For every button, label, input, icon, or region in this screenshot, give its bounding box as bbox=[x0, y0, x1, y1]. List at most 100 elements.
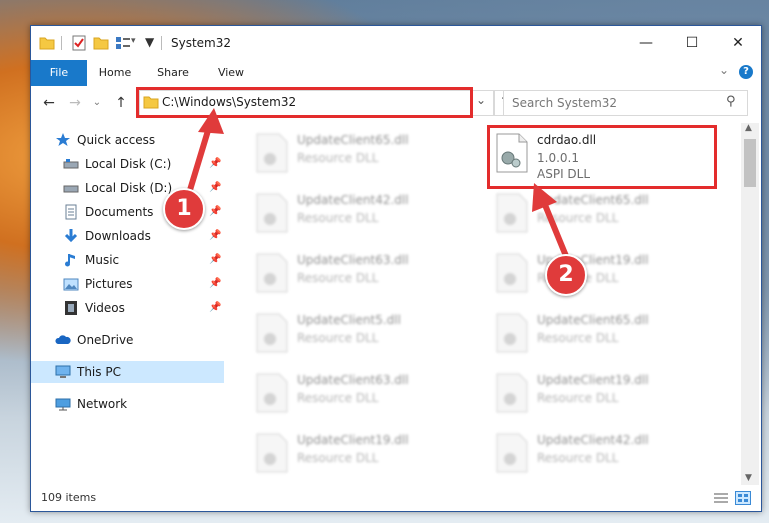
tiles-view-icon[interactable] bbox=[735, 491, 751, 505]
title-bar: ▾ ▼ System32 — ☐ ✕ bbox=[31, 26, 761, 60]
search-box[interactable]: Search System32 ⚲ bbox=[503, 90, 748, 116]
file-version: 1.0.0.1 bbox=[537, 151, 579, 165]
ribbon-tabs: File Home Share View ⌄ ? bbox=[31, 60, 761, 112]
file-item[interactable]: UpdateClient63.dll Resource DLL bbox=[251, 247, 481, 299]
file-type: Resource DLL bbox=[537, 211, 619, 225]
sidebar-item-label: Local Disk (C:) bbox=[85, 157, 172, 171]
recent-locations-icon[interactable]: ⌄ bbox=[89, 94, 105, 112]
pictures-icon bbox=[63, 278, 79, 291]
file-name: UpdateClient19.dll bbox=[297, 433, 409, 447]
close-button[interactable]: ✕ bbox=[715, 26, 761, 60]
sidebar-item-downloads[interactable]: Downloads 📌 bbox=[31, 225, 224, 247]
expand-ribbon-icon[interactable]: ⌄ bbox=[719, 63, 729, 77]
file-name: UpdateClient65.dll bbox=[537, 193, 649, 207]
sidebar-item-label: This PC bbox=[77, 365, 121, 379]
step-2-badge: 2 bbox=[545, 254, 587, 296]
sidebar-item-network[interactable]: Network bbox=[31, 393, 224, 415]
minimize-button[interactable]: — bbox=[623, 26, 669, 60]
address-path: C:\Windows\System32 bbox=[162, 95, 297, 109]
file-item[interactable]: UpdateClient19.dll Resource DLL bbox=[251, 427, 481, 479]
quick-access-dropdown-icon[interactable]: ▼ bbox=[145, 35, 154, 49]
tab-share[interactable]: Share bbox=[151, 60, 195, 86]
file-item[interactable]: UpdateClient42.dll Resource DLL bbox=[251, 187, 481, 239]
pin-icon[interactable]: 📌 bbox=[209, 201, 221, 223]
up-arrow-icon[interactable]: ↑ bbox=[113, 94, 129, 112]
file-item[interactable]: UpdateClient42.dll Resource DLL bbox=[491, 427, 721, 479]
file-item[interactable]: UpdateClient65.dll Resource DLL bbox=[491, 187, 721, 239]
dll-file-icon bbox=[256, 133, 288, 173]
pin-icon[interactable]: 📌 bbox=[209, 249, 221, 271]
scroll-down-icon[interactable]: ▼ bbox=[745, 473, 752, 483]
file-description: ASPI DLL bbox=[537, 167, 591, 181]
computer-icon bbox=[55, 365, 71, 378]
file-item[interactable]: UpdateClient19.dll Resource DLL bbox=[491, 367, 721, 419]
pin-icon[interactable]: 📌 bbox=[209, 225, 221, 247]
scroll-up-icon[interactable]: ▲ bbox=[745, 123, 752, 133]
file-type: Resource DLL bbox=[537, 451, 619, 465]
navigation-bar: ← → ⌄ ↑ C:\Windows\System32 ⌄ ↻ Search S… bbox=[31, 86, 761, 120]
forward-arrow-icon[interactable]: → bbox=[67, 94, 83, 112]
file-name: UpdateClient5.dll bbox=[297, 313, 401, 327]
file-type: Resource DLL bbox=[297, 151, 379, 165]
customize-toolbar-icon[interactable] bbox=[115, 35, 131, 51]
pin-icon[interactable]: 📌 bbox=[209, 297, 221, 319]
sidebar-item-label: Music bbox=[85, 253, 120, 267]
file-type: Resource DLL bbox=[537, 391, 619, 405]
step-1-badge: 1 bbox=[163, 188, 205, 230]
sidebar-item-label: Videos bbox=[85, 301, 125, 315]
dll-file-icon bbox=[496, 313, 528, 353]
file-item[interactable]: UpdateClient63.dll Resource DLL bbox=[251, 367, 481, 419]
file-explorer-window: ▾ ▼ System32 — ☐ ✕ File Home Share View … bbox=[30, 25, 762, 512]
chevron-down-icon[interactable]: ▾ bbox=[131, 36, 136, 46]
search-input[interactable]: Search System32 bbox=[512, 96, 617, 110]
pin-icon[interactable]: 📌 bbox=[209, 153, 221, 175]
scrollbar-thumb[interactable] bbox=[744, 139, 756, 187]
address-bar[interactable]: C:\Windows\System32 ⌄ bbox=[139, 90, 494, 116]
file-item[interactable]: UpdateClient5.dll Resource DLL bbox=[251, 307, 481, 359]
navigation-pane: Quick access Local Disk (C:) 📌 Local Dis… bbox=[31, 123, 224, 483]
search-icon[interactable]: ⚲ bbox=[726, 94, 736, 109]
address-dropdown-icon[interactable]: ⌄ bbox=[476, 93, 486, 107]
file-item[interactable]: UpdateClient19.dll Resource DLL bbox=[491, 247, 721, 299]
sidebar-item-pictures[interactable]: Pictures 📌 bbox=[31, 273, 224, 295]
file-name: UpdateClient42.dll bbox=[297, 193, 409, 207]
sidebar-item-this-pc[interactable]: This PC bbox=[31, 361, 224, 383]
file-name: cdrdao.dll bbox=[537, 133, 597, 147]
separator bbox=[61, 36, 62, 50]
new-folder-icon[interactable] bbox=[93, 35, 109, 51]
help-icon[interactable]: ? bbox=[739, 65, 753, 79]
file-name: UpdateClient65.dll bbox=[297, 133, 409, 147]
video-icon bbox=[65, 301, 77, 315]
properties-icon[interactable] bbox=[71, 35, 87, 51]
sidebar-item-music[interactable]: Music 📌 bbox=[31, 249, 224, 271]
back-arrow-icon[interactable]: ← bbox=[41, 94, 57, 112]
dll-file-icon bbox=[496, 253, 528, 293]
sidebar-item-local-disk-c[interactable]: Local Disk (C:) 📌 bbox=[31, 153, 224, 175]
sidebar-item-label: Local Disk (D:) bbox=[85, 181, 173, 195]
sidebar-item-label: Documents bbox=[85, 205, 154, 219]
file-type: Resource DLL bbox=[537, 331, 619, 345]
file-item[interactable]: UpdateClient65.dll Resource DLL bbox=[251, 127, 481, 179]
folder-icon bbox=[143, 96, 159, 109]
file-item[interactable]: UpdateClient65.dll Resource DLL bbox=[491, 307, 721, 359]
vertical-scrollbar[interactable]: ▲ ▼ bbox=[741, 123, 759, 485]
file-name: UpdateClient42.dll bbox=[537, 433, 649, 447]
download-icon bbox=[64, 229, 78, 243]
pin-icon[interactable]: 📌 bbox=[209, 273, 221, 295]
sidebar-item-quick-access[interactable]: Quick access bbox=[31, 129, 224, 151]
tab-view[interactable]: View bbox=[209, 60, 253, 86]
document-icon bbox=[65, 204, 77, 220]
tab-home[interactable]: Home bbox=[93, 60, 137, 86]
window-title: System32 bbox=[171, 36, 232, 50]
dll-file-icon bbox=[496, 373, 528, 413]
dll-file-icon bbox=[256, 433, 288, 473]
star-icon bbox=[56, 133, 70, 146]
item-count: 109 items bbox=[41, 491, 97, 504]
pin-icon[interactable]: 📌 bbox=[209, 177, 221, 199]
file-item-cdrdao[interactable]: cdrdao.dll 1.0.0.1 ASPI DLL bbox=[491, 127, 721, 181]
file-type: Resource DLL bbox=[297, 271, 379, 285]
sidebar-item-videos[interactable]: Videos 📌 bbox=[31, 297, 224, 319]
maximize-button[interactable]: ☐ bbox=[669, 26, 715, 60]
details-view-icon[interactable] bbox=[713, 492, 729, 504]
sidebar-item-onedrive[interactable]: OneDrive bbox=[31, 329, 224, 351]
